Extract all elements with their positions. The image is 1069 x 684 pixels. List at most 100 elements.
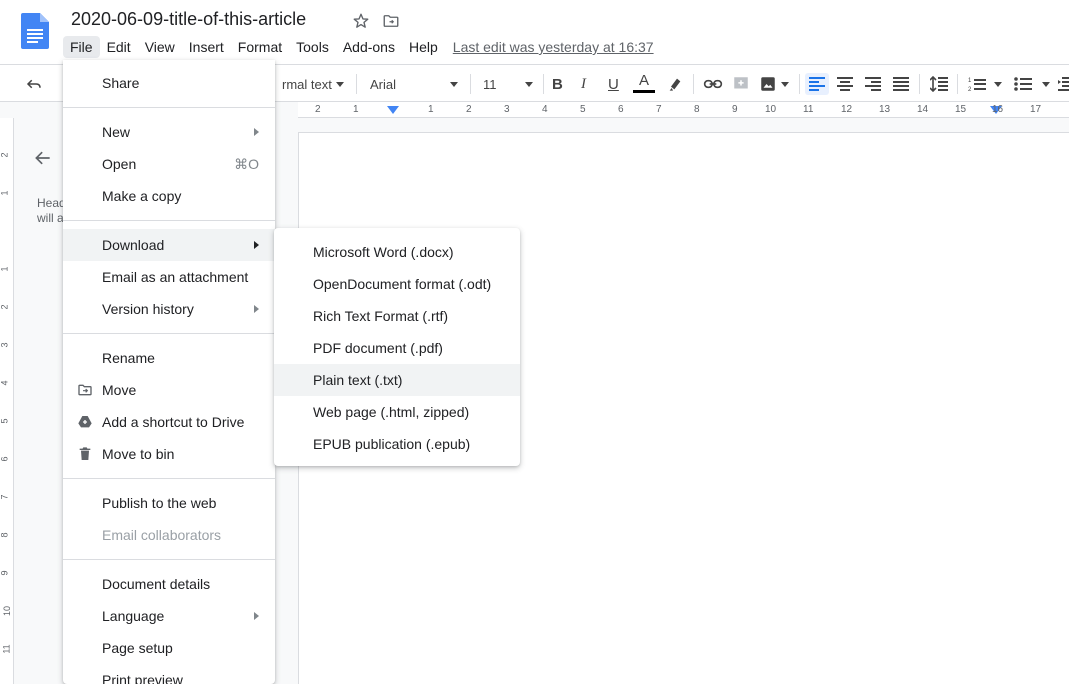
menu-page-setup-label: Page setup (102, 640, 173, 656)
insert-image-icon[interactable] (759, 73, 791, 95)
font-select[interactable]: Arial (370, 73, 460, 95)
align-center-icon[interactable] (837, 73, 853, 95)
font-size-select[interactable]: 11 (483, 73, 535, 95)
ruler-page-area (298, 102, 1069, 118)
docs-logo-icon[interactable] (21, 13, 49, 49)
ruler-number: 2 (315, 104, 321, 115)
google-docs-window: 2020-06-09-title-of-this-article File Ed… (0, 0, 1069, 684)
menu-tools[interactable]: Tools (289, 36, 336, 58)
star-icon[interactable] (352, 12, 370, 30)
menu-new[interactable]: New (63, 116, 275, 148)
line-spacing-icon[interactable] (930, 73, 948, 95)
menu-publish[interactable]: Publish to the web (63, 487, 275, 519)
undo-icon[interactable] (25, 73, 43, 95)
download-odt-label: OpenDocument format (.odt) (313, 276, 492, 292)
menu-version-history[interactable]: Version history (63, 293, 275, 325)
toolbar-divider (470, 74, 471, 94)
underline-icon[interactable]: U (608, 73, 619, 95)
vertical-ruler-number: 8 (0, 532, 10, 538)
italic-icon[interactable]: I (581, 73, 586, 95)
menu-move-label: Move (102, 382, 137, 398)
bold-icon[interactable]: B (552, 73, 563, 95)
menu-move-to-bin[interactable]: Move to bin (63, 438, 275, 470)
download-html[interactable]: Web page (.html, zipped) (274, 396, 520, 428)
toolbar-divider (693, 74, 694, 94)
chevron-down-icon (781, 81, 789, 87)
menu-email-attachment[interactable]: Email as an attachment (63, 261, 275, 293)
menu-share[interactable]: Share (63, 67, 275, 99)
menu-help[interactable]: Help (402, 36, 445, 58)
last-edit-link[interactable]: Last edit was yesterday at 16:37 (453, 39, 654, 55)
indent-icon[interactable] (1058, 73, 1069, 95)
menu-email-attachment-label: Email as an attachment (102, 269, 249, 285)
menu-rename-label: Rename (102, 350, 155, 366)
menu-publish-label: Publish to the web (102, 495, 217, 511)
add-comment-icon[interactable] (732, 73, 750, 95)
download-rtf[interactable]: Rich Text Format (.rtf) (274, 300, 520, 332)
menu-move[interactable]: Move (63, 374, 275, 406)
style-select[interactable]: rmal text (282, 73, 348, 95)
menu-language[interactable]: Language (63, 600, 275, 632)
menu-divider (63, 559, 275, 560)
menu-download[interactable]: Download (63, 229, 275, 261)
menu-edit[interactable]: Edit (100, 36, 138, 58)
ruler-number: 12 (841, 104, 853, 115)
menu-page-setup[interactable]: Page setup (63, 632, 275, 664)
ruler-number: 7 (656, 104, 662, 115)
menu-view[interactable]: View (138, 36, 182, 58)
menu-print-preview[interactable]: Print preview (63, 664, 275, 684)
ruler-number: 4 (542, 104, 548, 115)
menu-open[interactable]: Open ⌘O (63, 148, 275, 180)
download-txt[interactable]: Plain text (.txt) (274, 364, 520, 396)
highlight-icon[interactable] (667, 73, 683, 95)
menu-add-shortcut[interactable]: Add a shortcut to Drive (63, 406, 275, 438)
chevron-down-icon (525, 81, 533, 87)
download-pdf[interactable]: PDF document (.pdf) (274, 332, 520, 364)
vertical-ruler-number: 1 (0, 266, 10, 272)
trash-icon (79, 447, 91, 460)
menu-document-details-label: Document details (102, 576, 211, 592)
menu-open-label: Open (102, 156, 137, 172)
download-pdf-label: PDF document (.pdf) (313, 340, 443, 356)
numbered-list-icon[interactable]: 12 (968, 73, 1004, 95)
align-right-icon[interactable] (865, 73, 881, 95)
svg-text:2: 2 (968, 87, 972, 92)
download-epub-label: EPUB publication (.epub) (313, 436, 471, 452)
menu-addons[interactable]: Add-ons (336, 36, 402, 58)
bulleted-list-icon[interactable] (1014, 73, 1052, 95)
menu-document-details[interactable]: Document details (63, 568, 275, 600)
vertical-ruler-number: 7 (0, 494, 10, 500)
menu-new-label: New (102, 124, 131, 140)
menu-file[interactable]: File (63, 36, 100, 58)
vertical-ruler-number: 3 (0, 342, 10, 348)
menu-move-to-bin-label: Move to bin (102, 446, 175, 462)
menu-insert[interactable]: Insert (182, 36, 231, 58)
font-size-value: 11 (483, 76, 497, 92)
menu-share-label: Share (102, 75, 140, 91)
download-docx[interactable]: Microsoft Word (.docx) (274, 236, 520, 268)
menu-divider (63, 478, 275, 479)
link-icon[interactable] (703, 73, 723, 95)
text-color-icon[interactable]: A (633, 73, 655, 95)
download-odt[interactable]: OpenDocument format (.odt) (274, 268, 520, 300)
drive-shortcut-icon (78, 416, 92, 428)
vertical-ruler[interactable]: 2 1 1 2 3 4 5 6 7 8 9 10 11 (0, 118, 14, 684)
ruler-number: 13 (879, 104, 891, 115)
toolbar-divider (957, 74, 958, 94)
download-epub[interactable]: EPUB publication (.epub) (274, 428, 520, 460)
submenu-arrow-icon (254, 241, 259, 249)
toolbar-divider (543, 74, 544, 94)
menu-make-copy[interactable]: Make a copy (63, 180, 275, 212)
arrow-back-icon[interactable] (33, 148, 53, 168)
document-title[interactable]: 2020-06-09-title-of-this-article (71, 9, 306, 30)
move-folder-icon[interactable] (382, 12, 400, 30)
justify-icon[interactable] (893, 73, 909, 95)
align-left-icon[interactable] (805, 73, 829, 95)
ruler-number: 10 (765, 104, 777, 115)
menu-format[interactable]: Format (231, 36, 289, 58)
ruler-number: 3 (504, 104, 510, 115)
move-folder-icon (78, 384, 92, 396)
left-indent-marker-icon[interactable] (387, 106, 399, 116)
submenu-arrow-icon (254, 612, 259, 620)
menu-rename[interactable]: Rename (63, 342, 275, 374)
